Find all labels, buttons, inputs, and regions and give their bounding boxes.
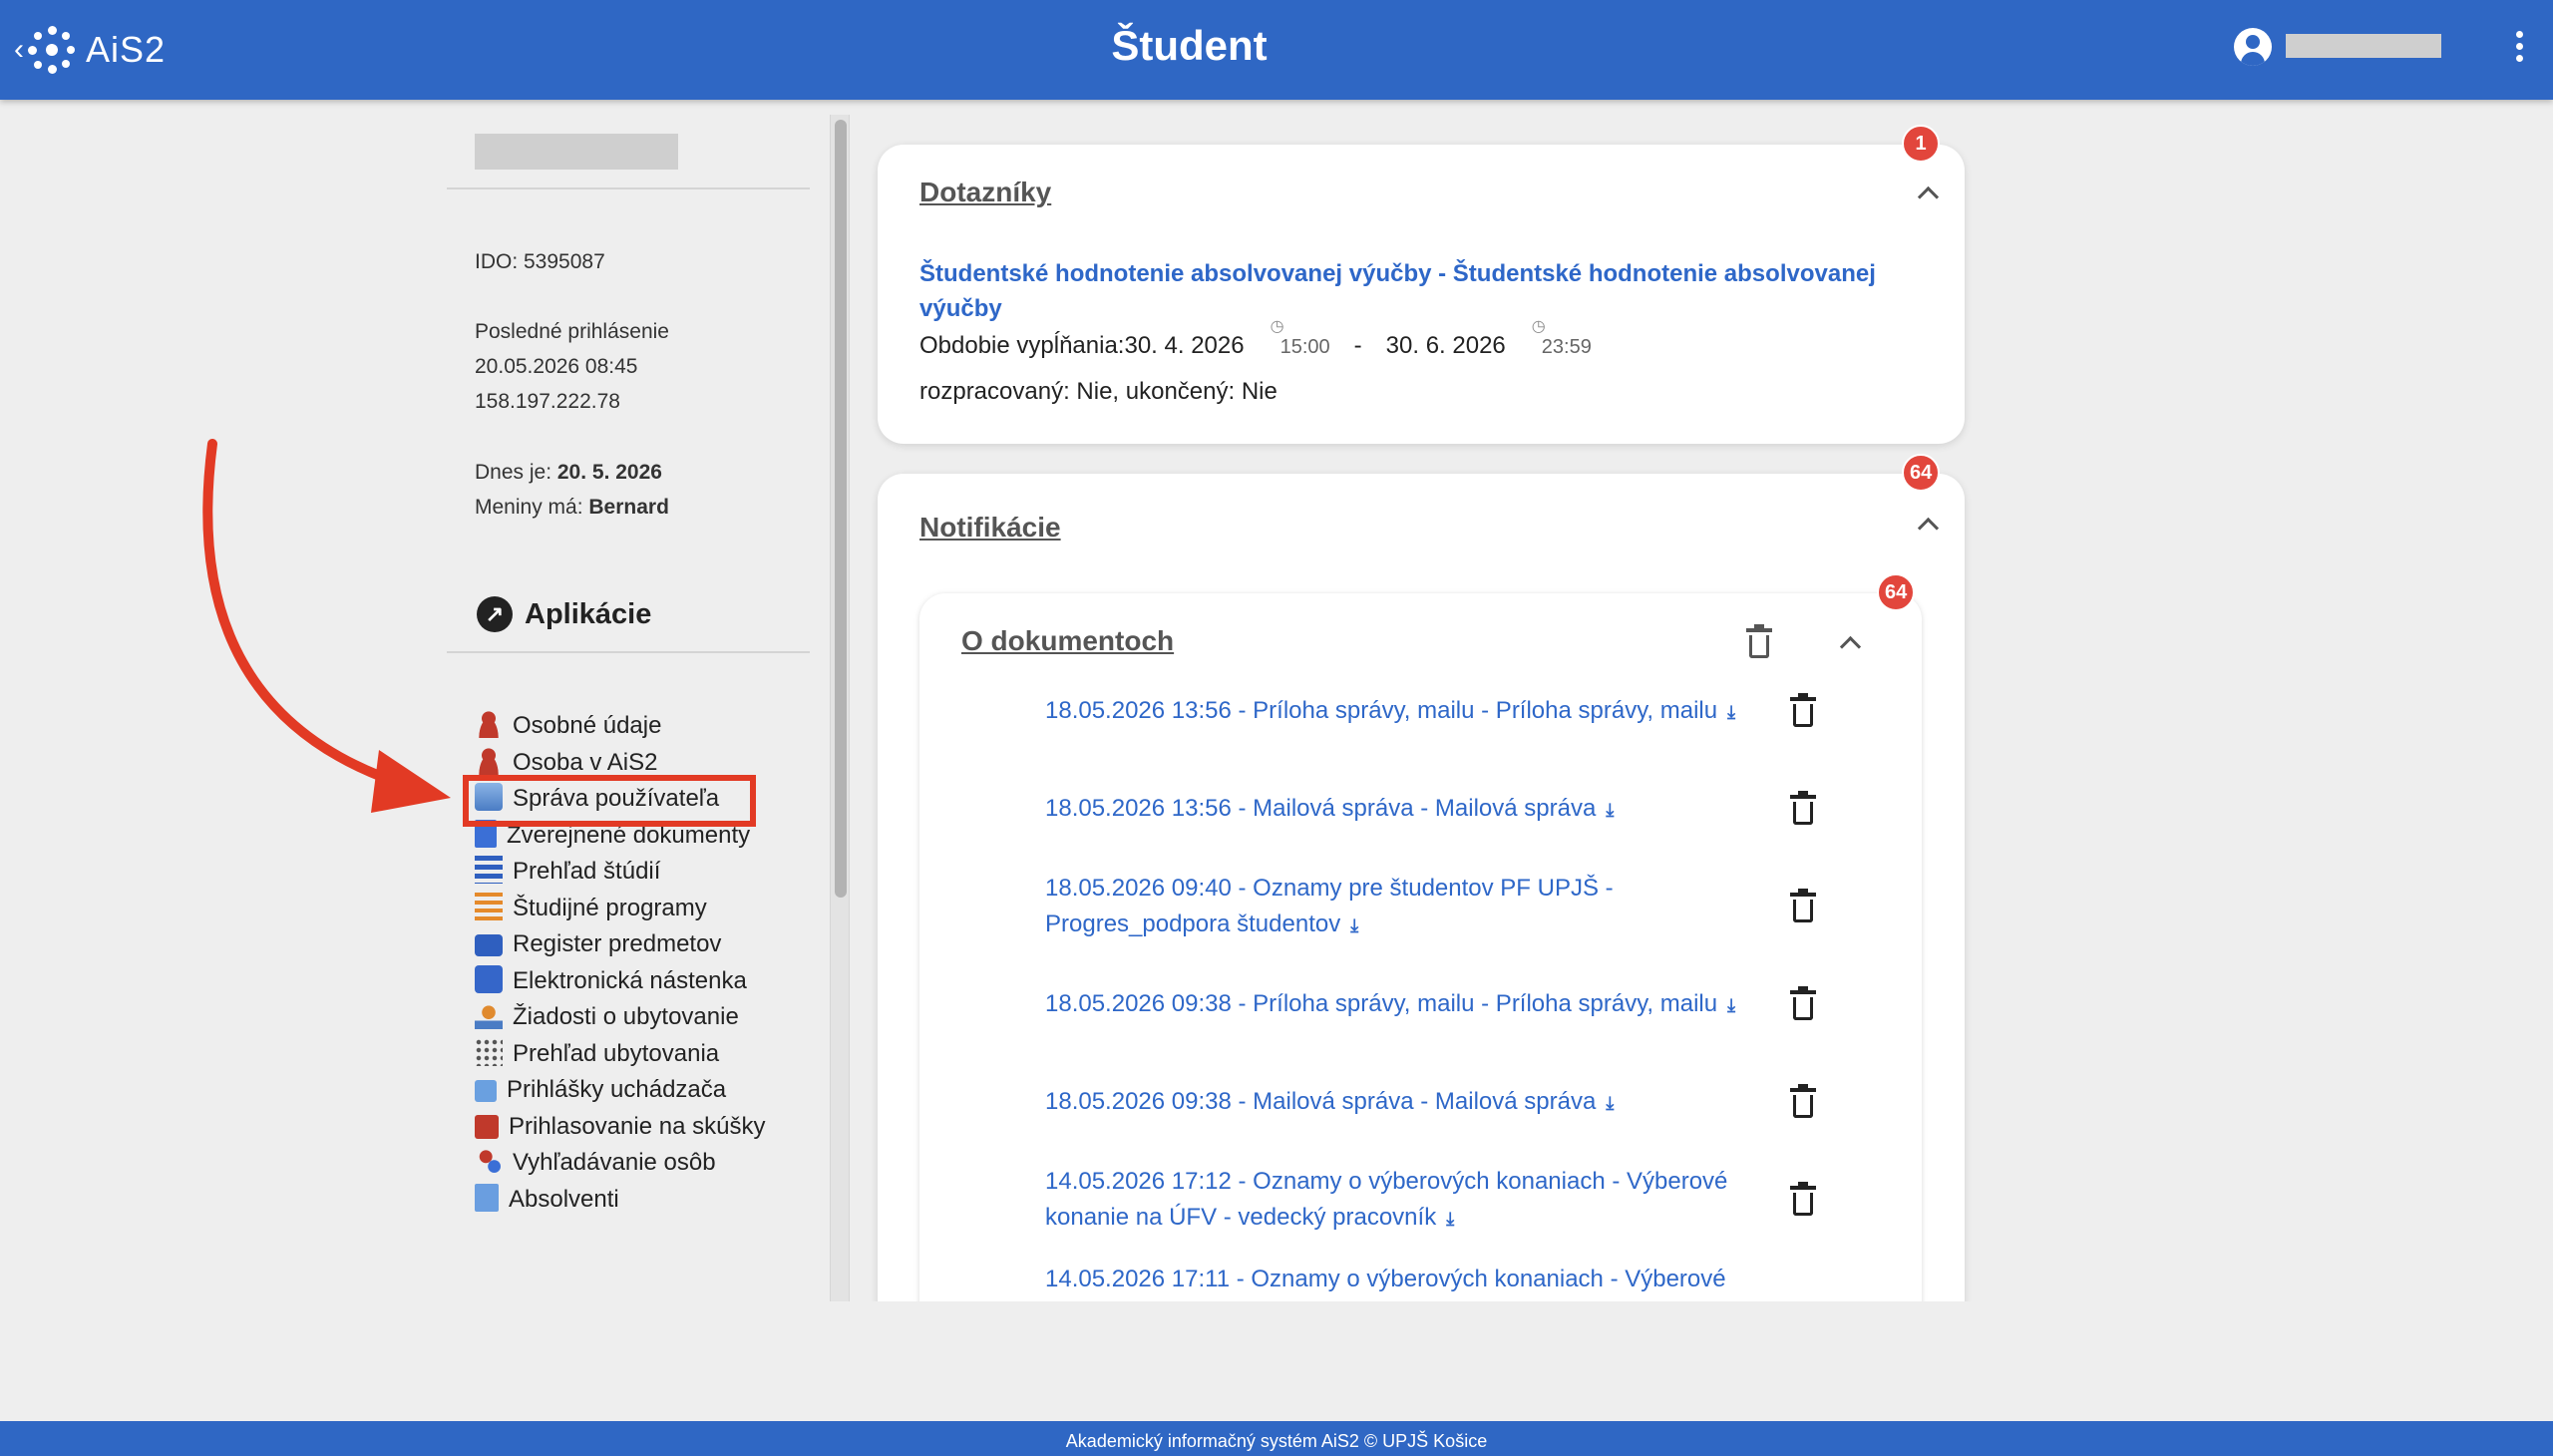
notification-text: 18.05.2026 09:38 - Príloha správy, mailu… [1045, 990, 1718, 1017]
app-item-label: Prehľad ubytovania [513, 1039, 720, 1067]
notification-text: 14.05.2026 17:12 - Oznamy o výberových k… [1045, 1168, 1728, 1231]
download-icon[interactable]: ⤓ [1606, 792, 1614, 828]
date-from: 30. 4. 2026 [1124, 332, 1245, 359]
app-item-label: Elektronická nástenka [513, 966, 747, 994]
delete-trash-icon[interactable] [1790, 889, 1816, 922]
delete-trash-icon[interactable] [1790, 693, 1816, 727]
register-icon [475, 934, 503, 956]
download-icon[interactable]: ⤓ [1446, 1201, 1454, 1237]
documents-group-badge: 64 [1877, 573, 1916, 611]
check-icon [475, 1080, 497, 1102]
surveys-title[interactable]: Dotazníky [919, 177, 1051, 208]
board-icon [475, 964, 503, 993]
notification-text: 18.05.2026 09:38 - Mailová správa - Mail… [1045, 1088, 1597, 1115]
app-item-absolventi[interactable]: Absolventi [475, 1182, 814, 1219]
notifications-card: Notifikácie O dokumentoch 18.05.2026 13:… [878, 474, 1965, 1301]
notification-text: 18.05.2026 09:40 - Oznamy pre študentov … [1045, 875, 1614, 937]
app-item-elektronicka-nastenka[interactable]: Elektronická nástenka [475, 963, 814, 1000]
graduate-icon [475, 1183, 499, 1212]
app-item-ziadosti-o-ubytovanie[interactable]: Žiadosti o ubytovanie [475, 999, 814, 1036]
app-item-label: Prihlasovanie na skúšky [509, 1112, 766, 1140]
calendar-icon [475, 1114, 499, 1139]
notification-item[interactable]: 18.05.2026 09:40 - Oznamy pre študentov … [1045, 871, 1783, 943]
documents-group-card: O dokumentoch 18.05.2026 13:56 - Príloha… [919, 593, 1922, 1301]
account-icon[interactable] [2234, 28, 2272, 66]
documents-group-title[interactable]: O dokumentoch [961, 625, 1174, 657]
app-item-label: Žiadosti o ubytovanie [513, 1003, 739, 1030]
delete-group-trash-icon[interactable] [1746, 624, 1772, 658]
delete-trash-icon[interactable] [1790, 986, 1816, 1020]
time-from: 15:00 [1271, 316, 1330, 359]
period-label: Obdobie vypĺňania: [919, 332, 1125, 359]
download-icon[interactable]: ⤓ [1606, 1085, 1614, 1121]
notifications-title[interactable]: Notifikácie [919, 512, 1061, 544]
annotation-arrow-icon [202, 439, 451, 813]
surveys-badge: 1 [1902, 125, 1940, 163]
download-icon[interactable]: ⤓ [1350, 908, 1358, 943]
app-item-label: Prihlášky uchádzača [507, 1076, 727, 1103]
survey-link[interactable]: Študentské hodnotenie absolvovanej výučb… [919, 256, 1917, 326]
notification-item[interactable]: 18.05.2026 13:56 - Príloha správy, mailu… [1045, 693, 1783, 730]
download-icon[interactable]: ⤓ [1727, 987, 1735, 1023]
notifications-badge: 64 [1902, 454, 1941, 492]
download-icon[interactable]: ⤓ [1727, 694, 1735, 730]
date-to: 30. 6. 2026 [1385, 332, 1506, 359]
dorm-icon [475, 1001, 503, 1029]
annotation-highlight-box [463, 775, 756, 827]
user-name-redacted[interactable] [2286, 34, 2441, 58]
notification-text: 14.05.2026 17:11 - Oznamy o výberových k… [1045, 1266, 1726, 1292]
search-persons-icon [475, 1147, 503, 1175]
app-item-register-predmetov[interactable]: Register predmetov [475, 926, 814, 963]
surveys-card: Dotazníky Študentské hodnotenie absolvov… [878, 145, 1965, 444]
collapse-chevron-icon[interactable] [1835, 628, 1865, 658]
app-item-vyhladavanie-osob[interactable]: Vyhľadávanie osôb [475, 1145, 814, 1182]
period-separator: - [1353, 332, 1362, 359]
delete-trash-icon[interactable] [1790, 791, 1816, 825]
grid-icon [475, 1037, 503, 1066]
notification-item[interactable]: 18.05.2026 09:38 - Mailová správa - Mail… [1045, 1084, 1783, 1121]
app-item-label: Vyhľadávanie osôb [513, 1149, 716, 1176]
app-item-prihlasovanie-na-skusky[interactable]: Prihlasovanie na skúšky [475, 1109, 814, 1146]
survey-status: rozpracovaný: Nie, ukončený: Nie [919, 378, 1277, 405]
collapse-chevron-icon[interactable] [1913, 179, 1943, 208]
app-item-prehlad-ubytovania[interactable]: Prehľad ubytovania [475, 1036, 814, 1073]
footer: Akademický informačný systém AiS2 © UPJŠ… [0, 1421, 2553, 1456]
time-to: 23:59 [1532, 316, 1592, 359]
delete-trash-icon[interactable] [1790, 1182, 1816, 1216]
app-item-label: Študijné programy [513, 894, 707, 921]
collapse-chevron-icon[interactable] [1913, 510, 1943, 540]
app-item-label: Absolventi [509, 1185, 619, 1213]
more-menu-icon[interactable] [2511, 28, 2527, 68]
notification-text: 18.05.2026 13:56 - Príloha správy, mailu… [1045, 697, 1718, 724]
main-content: Dotazníky Študentské hodnotenie absolvov… [860, 100, 1987, 1301]
app-item-prihlasky-uchadzaca[interactable]: Prihlášky uchádzača [475, 1072, 814, 1109]
delete-trash-icon[interactable] [1790, 1084, 1816, 1118]
notification-text: 18.05.2026 13:56 - Mailová správa - Mail… [1045, 795, 1597, 822]
notification-item[interactable]: 14.05.2026 17:12 - Oznamy o výberových k… [1045, 1164, 1783, 1237]
notification-item[interactable]: 18.05.2026 09:38 - Príloha správy, mailu… [1045, 986, 1783, 1023]
survey-period: Obdobie vypĺňania: 30. 4. 2026 15:00 - 3… [919, 316, 1592, 360]
notification-item[interactable]: 18.05.2026 13:56 - Mailová správa - Mail… [1045, 791, 1783, 828]
app-item-label: Register predmetov [513, 930, 722, 957]
sidebar-scrollbar-thumb[interactable] [835, 120, 847, 898]
notification-item[interactable]: 14.05.2026 17:11 - Oznamy o výberových k… [1045, 1262, 1783, 1297]
